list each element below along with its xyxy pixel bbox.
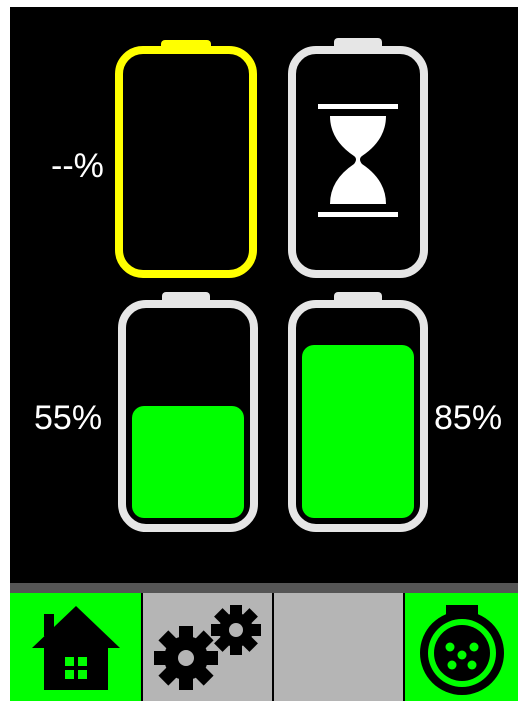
tab-connector[interactable] (403, 593, 518, 701)
connector-icon (419, 605, 504, 695)
tab-settings[interactable] (141, 593, 272, 701)
hourglass-icon (318, 104, 398, 217)
battery-bottom-left-percent: 55% (34, 399, 103, 437)
tab-empty[interactable] (272, 593, 403, 701)
battery-top-left[interactable] (113, 38, 259, 278)
battery-outline (115, 46, 257, 278)
gears-icon (153, 605, 261, 690)
battery-bottom-right[interactable] (286, 292, 430, 532)
home-icon (31, 606, 120, 690)
battery-top-right[interactable] (286, 38, 430, 278)
battery-top-left-percent: --% (51, 147, 104, 185)
battery-fill (132, 406, 244, 518)
nav-separator (10, 583, 518, 593)
battery-fill (302, 345, 414, 518)
battery-bottom-right-percent: 85% (434, 399, 503, 437)
bottom-nav (10, 593, 518, 701)
tab-home[interactable] (10, 593, 141, 701)
battery-bottom-left[interactable] (116, 292, 260, 532)
battery-screen (10, 7, 518, 583)
